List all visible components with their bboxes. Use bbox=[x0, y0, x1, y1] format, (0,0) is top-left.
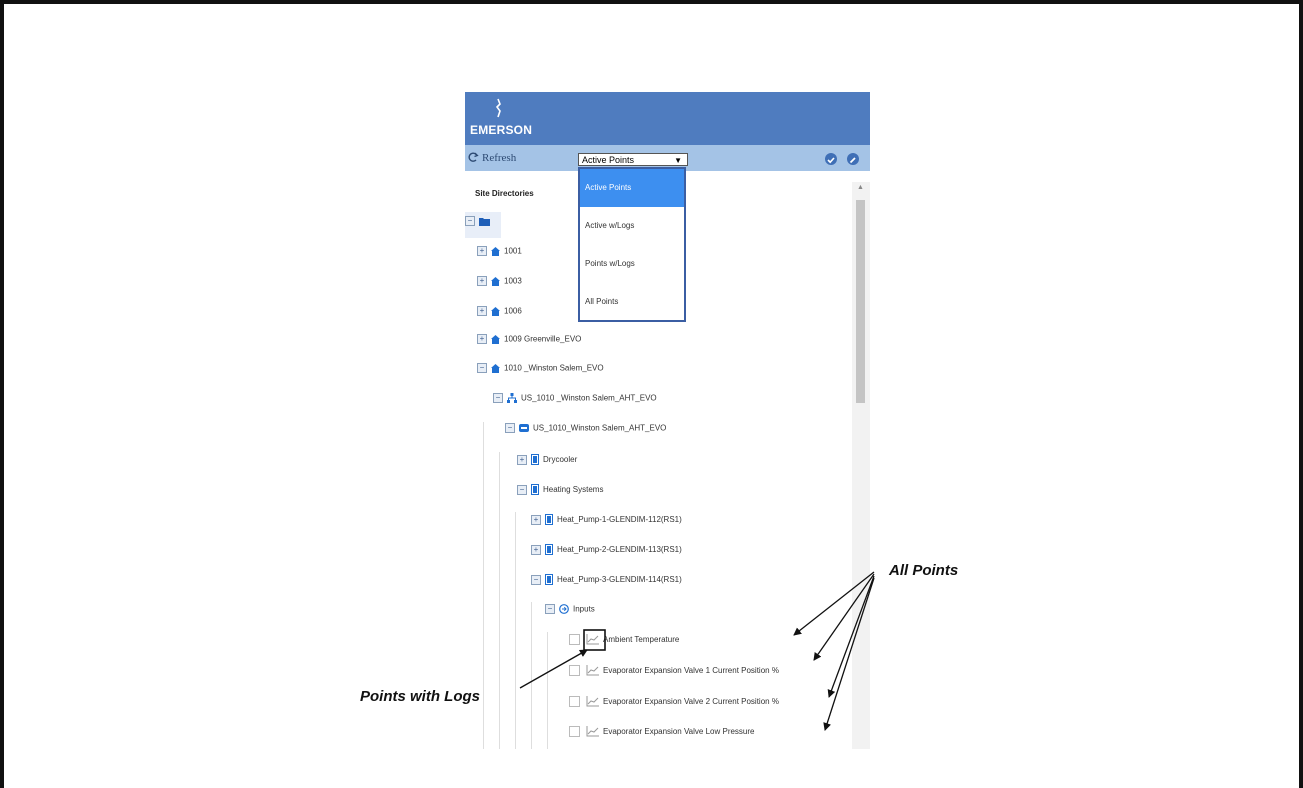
dropdown-option-active-points[interactable]: Active Points bbox=[580, 169, 684, 207]
arrow-all-points bbox=[813, 573, 875, 661]
arrow-all-points bbox=[823, 577, 875, 731]
dropdown-option-points-with-logs[interactable]: Points w/Logs bbox=[580, 245, 684, 283]
filter-dropdown-menu: Active Points Active w/Logs Points w/Log… bbox=[578, 167, 686, 322]
dropdown-option-all-points[interactable]: All Points bbox=[580, 283, 684, 321]
arrow-all-points bbox=[827, 575, 875, 698]
dropdown-option-active-with-logs[interactable]: Active w/Logs bbox=[580, 207, 684, 245]
annotation-arrows bbox=[519, 571, 875, 731]
arrow-points-with-logs bbox=[519, 649, 588, 689]
log-icon-highlight-box bbox=[583, 629, 606, 651]
arrow-all-points bbox=[793, 571, 875, 636]
